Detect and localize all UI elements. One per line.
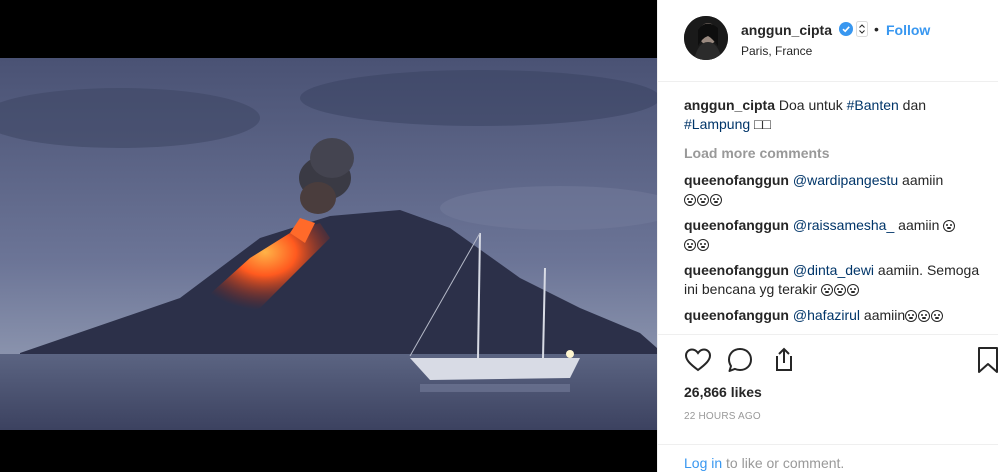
login-footer: Log in to like or comment. xyxy=(658,444,998,472)
comment-username[interactable]: queenofanggun xyxy=(684,217,789,233)
post-timestamp[interactable]: 22 HOURS AGO xyxy=(684,411,761,422)
comment-username[interactable]: queenofanggun xyxy=(684,262,789,278)
hashtag-banten[interactable]: #Banten xyxy=(847,97,899,113)
post-side-panel: anggun_cipta • Follow Paris, France angg… xyxy=(657,0,998,472)
praying-emoji-icon xyxy=(684,236,710,255)
likes-count[interactable]: 26,866 likes xyxy=(684,384,762,400)
login-prompt: Log in to like or comment. xyxy=(684,455,844,471)
comment-item: queenofanggun @dinta_dewi aamiin. Semoga… xyxy=(684,261,994,300)
actions-divider xyxy=(658,334,998,335)
post-photo[interactable] xyxy=(0,58,657,430)
praying-emoji-icon xyxy=(684,191,723,210)
comment-icon[interactable] xyxy=(726,346,754,374)
post-caption: anggun_cipta Doa untuk #Banten dan #Lamp… xyxy=(684,96,994,134)
author-username[interactable]: anggun_cipta xyxy=(741,22,832,38)
avatar[interactable] xyxy=(684,16,728,60)
comment-mention[interactable]: @wardipangestu xyxy=(793,172,898,188)
comment-text: aamiin xyxy=(894,216,944,233)
heart-icon[interactable] xyxy=(684,346,712,374)
comment-text: aamiin xyxy=(860,307,906,324)
post-header: anggun_cipta • Follow Paris, France xyxy=(658,0,998,82)
comments-list[interactable]: anggun_cipta Doa untuk #Banten dan #Lamp… xyxy=(684,96,994,336)
separator-dot: • xyxy=(874,21,879,37)
login-link[interactable]: Log in xyxy=(684,455,722,471)
options-arrows-icon[interactable] xyxy=(856,21,868,37)
avatar-image xyxy=(684,16,728,60)
praying-emoji-icon xyxy=(943,217,956,236)
post-media-pane xyxy=(0,0,657,472)
caption-text-before: Doa untuk xyxy=(778,97,847,113)
login-prompt-text: to like or comment. xyxy=(722,455,845,471)
location-link[interactable]: Paris, France xyxy=(741,44,812,58)
caption-text-after: □□ xyxy=(750,116,771,132)
hashtag-lampung[interactable]: #Lampung xyxy=(684,116,750,132)
caption-text-middle: dan xyxy=(898,97,927,113)
comment-mention[interactable]: @hafazirul xyxy=(793,307,860,323)
load-more-comments-button[interactable]: Load more comments xyxy=(684,144,994,163)
share-icon[interactable] xyxy=(768,346,796,374)
bookmark-icon[interactable] xyxy=(976,346,998,374)
comment-mention[interactable]: @raissamesha_ xyxy=(793,217,894,233)
verified-badge-icon xyxy=(839,22,853,36)
praying-emoji-icon xyxy=(820,281,860,300)
comment-text: aamiin xyxy=(898,172,944,188)
comment-mention[interactable]: @dinta_dewi xyxy=(793,262,874,278)
praying-emoji-icon xyxy=(905,307,944,326)
comment-item: queenofanggun @hafazirul aamiin xyxy=(684,306,994,326)
comment-username[interactable]: queenofanggun xyxy=(684,307,789,323)
follow-button[interactable]: Follow xyxy=(886,22,930,38)
caption-username[interactable]: anggun_cipta xyxy=(684,97,775,113)
comment-username[interactable]: queenofanggun xyxy=(684,172,789,188)
comment-item: queenofanggun @wardipangestu aamiin xyxy=(684,171,994,210)
comment-item: queenofanggun @raissamesha_ aamiin xyxy=(684,216,994,256)
